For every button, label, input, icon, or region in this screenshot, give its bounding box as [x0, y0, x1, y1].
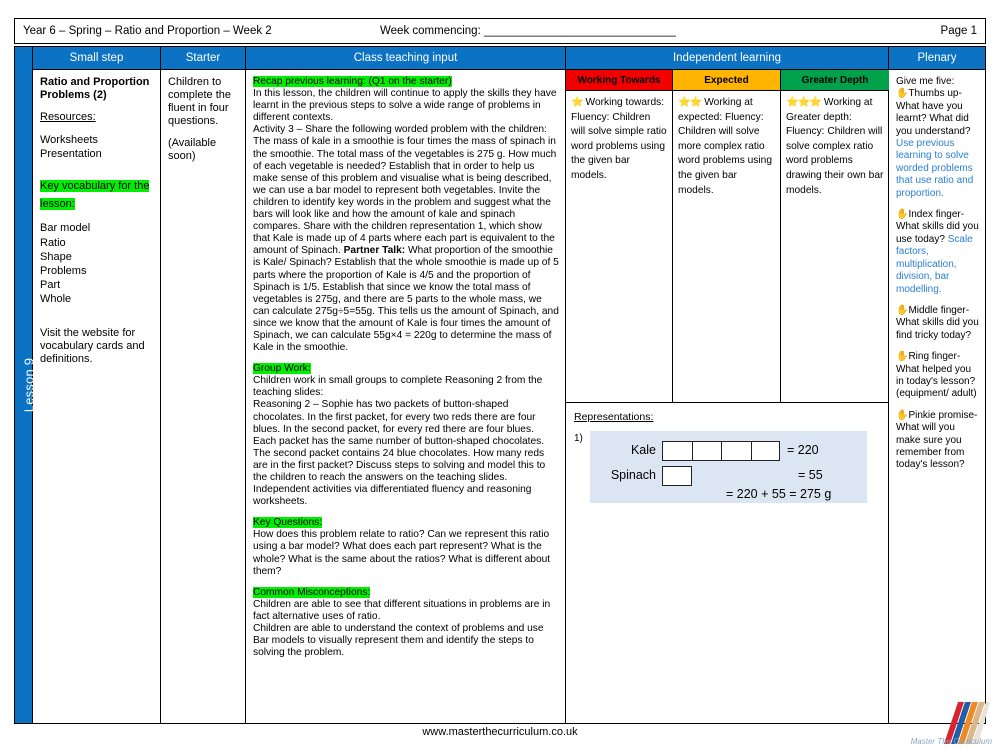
vocabulary-website-note: Visit the website for vocabulary cards a…: [40, 326, 145, 365]
vocab-item-whole: Whole: [40, 293, 72, 306]
page-header-bar: Year 6 – Spring – Ratio and Proportion –…: [14, 18, 986, 44]
common-misconceptions-heading: Common Misconceptions:: [253, 586, 371, 598]
plenary-prompt-thumbs-up: Thumbs up- What have you learnt? What di…: [896, 88, 971, 137]
representations-title: Representations:: [574, 411, 654, 423]
hand-icon-thumbs-up: ✋: [896, 88, 909, 100]
band-label-greater-depth: Greater Depth: [781, 70, 889, 91]
starter-availability-note: (Available soon): [168, 137, 217, 162]
bar-kale-value: = 220: [787, 443, 819, 457]
lesson-spine: Lesson 9: [15, 47, 37, 723]
bar-kale-segment-3: [722, 442, 752, 460]
key-questions-text: How does this problem relate to ratio? C…: [253, 529, 551, 577]
hand-icon-index-finger: ✋: [896, 209, 909, 221]
band-body-greater-depth: Fluency: Children will solve complex rat…: [786, 126, 884, 196]
key-questions-heading: Key Questions:: [253, 517, 323, 529]
differentiation-band-working-towards: Working Towards ⭐ Working towards: Fluen…: [566, 70, 673, 402]
teaching-activity: Activity 3 – Share the following worded …: [253, 124, 559, 354]
vocab-item-ratio: Ratio: [40, 236, 66, 249]
differentiation-band-greater-depth: Greater Depth ⭐⭐⭐ Working at Greater dep…: [781, 70, 889, 402]
page-number: Page 1: [940, 25, 977, 37]
column-header-small-step: Small step: [33, 47, 161, 70]
plenary-item-pinkie-promise: ✋Pinkie promise- What will you make sure…: [896, 410, 979, 472]
resource-item-worksheets: Worksheets: [40, 134, 98, 146]
star-icon-two: ⭐⭐: [678, 97, 702, 108]
column-independent-learning: Working Towards ⭐ Working towards: Fluen…: [566, 70, 889, 723]
teaching-intro: In this lesson, the children will contin…: [253, 88, 557, 124]
lesson-plan-page: Year 6 – Spring – Ratio and Proportion –…: [0, 0, 1000, 750]
independent-activities-note: Independent activities via differentiate…: [253, 484, 532, 508]
plenary-prompt-pinkie-promise: Pinkie promise- What will you make sure …: [896, 409, 978, 471]
column-header-class-teaching-input: Class teaching input: [246, 47, 566, 70]
bar-label-kale: Kale: [630, 443, 656, 457]
plenary-item-index-finger: ✋Index finger- What skills did you use t…: [896, 209, 979, 296]
footer-website: www.masterthecurriculum.co.uk: [422, 726, 578, 738]
band-label-expected: Expected: [673, 70, 780, 91]
plenary-item-ring-finger: ✋Ring finger- What helped you in today's…: [896, 351, 979, 401]
column-header-starter: Starter: [161, 47, 246, 70]
column-starter: Children to complete the fluent in four …: [161, 70, 246, 723]
star-icon-one: ⭐: [571, 97, 584, 108]
logo-wordmark: Master The Curriculum: [910, 737, 992, 746]
vocab-item-bar-model: Bar model: [40, 222, 91, 235]
representation-number: 1): [574, 433, 583, 444]
activity-part-2: What proportion of the smoothie is Kale/…: [253, 245, 559, 354]
bar-label-spinach: Spinach: [610, 468, 656, 482]
column-plenary: Give me five: ✋Thumbs up- What have you …: [889, 70, 985, 723]
bar-model-diagram: Kale = 220 Spinach = 55 = 220 + 55 = 275…: [590, 431, 867, 503]
band-body-working-towards: Fluency: Children will solve simple rati…: [571, 111, 667, 181]
resource-item-presentation: Presentation: [40, 148, 102, 161]
bar-kale: [662, 441, 780, 461]
bar-kale-segment-1: [663, 442, 693, 460]
plenary-item-thumbs-up: ✋Thumbs up- What have you learnt? What d…: [896, 88, 979, 200]
band-label-working-towards: Working Towards: [566, 70, 672, 91]
vocab-item-part: Part: [40, 279, 61, 292]
header-left-title: Year 6 – Spring – Ratio and Proportion –…: [23, 25, 272, 37]
band-heading-working-towards: Working towards:: [585, 97, 665, 108]
hand-icon-ring-finger: ✋: [896, 351, 909, 363]
reasoning-task-text: Reasoning 2 – Sophie has two packets of …: [253, 399, 546, 483]
misconception-item-1: Children are able to see that different …: [253, 598, 551, 622]
plenary-item-middle-finger: ✋Middle finger- What skills did you find…: [896, 305, 979, 342]
plenary-intro: Give me five:: [896, 76, 955, 87]
column-small-step: Ratio and Proportion Problems (2) Resour…: [33, 70, 161, 723]
column-header-independent-learning: Independent learning: [566, 47, 889, 70]
lesson-grid: Lesson 9 Small step Starter Class teachi…: [14, 46, 986, 724]
starter-instruction: Children to complete the fluent in four …: [168, 76, 231, 127]
column-class-teaching-input: Recap previous learning: (Q1 on the star…: [246, 70, 566, 723]
recap-heading: Recap previous learning: (Q1 on the star…: [253, 76, 452, 87]
bar-kale-segment-2: [693, 442, 722, 460]
vocab-item-problems: Problems: [40, 265, 87, 278]
group-work-text: Children work in small groups to complet…: [253, 375, 543, 399]
column-header-plenary: Plenary: [889, 47, 985, 70]
differentiation-band-expected: Expected ⭐⭐ Working at expected: Fluency…: [673, 70, 781, 402]
bar-spinach-value: = 55: [798, 468, 823, 482]
plenary-prompt-middle-finger: Middle finger- What skills did you find …: [896, 304, 979, 341]
band-body-expected: Fluency: Children will solve more comple…: [678, 111, 772, 196]
plenary-answer-thumbs-up: Use previous learning to solve worded pr…: [896, 138, 974, 199]
key-vocabulary-heading: Key vocabulary for the lesson:: [40, 180, 150, 211]
week-commencing-field: Week commencing: _______________________…: [380, 25, 676, 37]
group-work-heading: Group Work:: [253, 363, 311, 375]
representations-section: Representations: 1) Kale = 220 Spinach =…: [566, 402, 888, 723]
differentiation-bands: Working Towards ⭐ Working towards: Fluen…: [566, 70, 889, 402]
hand-icon-pinkie: ✋: [896, 409, 909, 421]
bar-kale-segment-4: [752, 442, 782, 460]
bar-spinach: [662, 466, 692, 486]
vocab-item-shape: Shape: [40, 250, 72, 263]
small-step-title: Ratio and Proportion Problems (2): [40, 76, 150, 101]
star-icon-three: ⭐⭐⭐: [786, 97, 822, 108]
activity-part-1: Activity 3 – Share the following worded …: [253, 124, 557, 257]
bar-model-total: = 220 + 55 = 275 g: [726, 487, 832, 501]
misconception-item-2: Children are able to understand the cont…: [253, 623, 544, 659]
hand-icon-middle-finger: ✋: [896, 304, 909, 316]
plenary-prompt-ring-finger: Ring finger- What helped you in today's …: [896, 351, 977, 400]
partner-talk-label: Partner Talk:: [343, 245, 406, 257]
resources-label: Resources:: [40, 111, 96, 123]
